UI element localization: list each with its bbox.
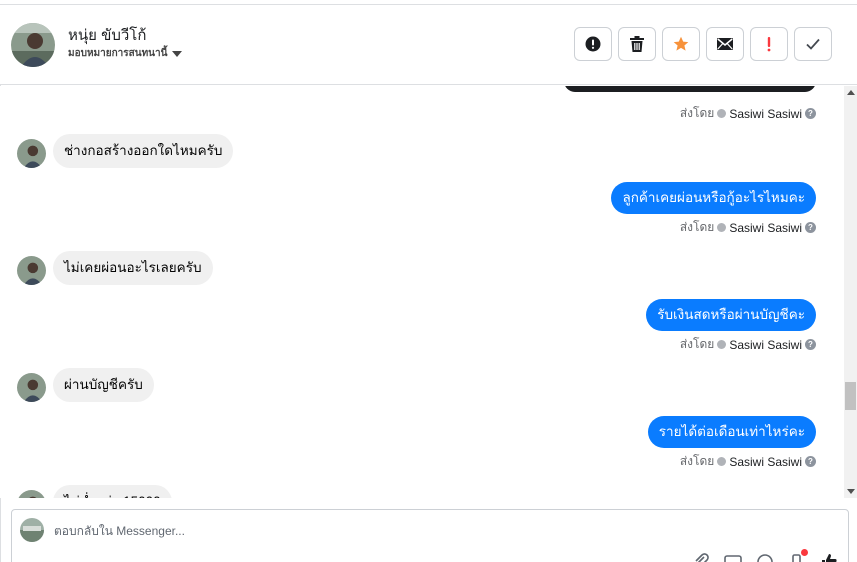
thread-scrollbar[interactable] — [844, 86, 857, 498]
important-button[interactable] — [750, 27, 788, 61]
mark-unread-button[interactable] — [706, 27, 744, 61]
sender-name[interactable]: Sasiwi Sasiwi — [729, 221, 802, 235]
message-bubble-incoming[interactable]: ช่างกอสร้างออกใดไหมครับ — [53, 134, 234, 168]
help-icon[interactable]: ? — [805, 456, 816, 467]
message-bubble-outgoing[interactable]: รายได้ต่อเดือนเท่าไหร่คะ — [647, 416, 816, 448]
verified-icon — [717, 457, 727, 466]
contact-avatar-small[interactable] — [17, 373, 46, 402]
composer-tools — [692, 549, 838, 562]
contact-avatar-small[interactable] — [17, 256, 46, 285]
saved-reply-icon[interactable] — [788, 549, 808, 562]
trash-icon — [630, 36, 644, 52]
message-bubble-outgoing[interactable]: รับเงินสดหรือผ่านบัญชีคะ — [646, 299, 816, 331]
report-button[interactable] — [574, 27, 612, 61]
like-icon[interactable] — [820, 552, 838, 562]
contact-avatar[interactable] — [11, 23, 55, 67]
assign-label: มอบหมายการสนทนานี้ — [68, 48, 168, 59]
scrollbar-thumb[interactable] — [845, 382, 856, 410]
checkmark-icon — [806, 38, 820, 50]
page-avatar — [20, 518, 44, 542]
envelope-icon — [717, 38, 733, 50]
sent-by-line: ส่งโดย Sasiwi Sasiwi ? — [680, 104, 816, 123]
contact-avatar-small[interactable] — [17, 139, 46, 168]
sent-by-line: ส่งโดย Sasiwi Sasiwi ? — [680, 218, 816, 237]
help-icon[interactable]: ? — [805, 222, 816, 233]
caret-down-icon — [172, 50, 183, 57]
gif-icon[interactable] — [724, 552, 742, 562]
sender-name[interactable]: Sasiwi Sasiwi — [729, 338, 802, 352]
star-button[interactable] — [662, 27, 700, 61]
contact-name[interactable]: หนุ่ย ขับวีโก้ — [68, 23, 146, 47]
attachment-icon[interactable] — [692, 552, 710, 562]
scroll-down-arrow-icon[interactable] — [847, 489, 855, 494]
message-bubble-incoming[interactable]: ผ่านบัญชีครับ — [53, 368, 154, 402]
sent-by-label: ส่งโดย — [679, 337, 715, 351]
sent-by-line: ส่งโดย Sasiwi Sasiwi ? — [680, 452, 816, 471]
emoji-icon[interactable] — [756, 552, 774, 562]
sent-by-label: ส่งโดย — [679, 220, 715, 234]
help-icon[interactable]: ? — [805, 108, 816, 119]
exclamation-icon — [767, 37, 771, 52]
message-bubble-incoming[interactable]: ไม่เคยผ่อนอะไรเลยครับ — [53, 251, 213, 285]
reply-composer — [11, 509, 849, 562]
delete-button[interactable] — [618, 27, 656, 61]
message-bubble-outgoing[interactable] — [564, 86, 816, 92]
conversation-header: หนุ่ย ขับวีโก้ มอบหมายการสนทนานี้ — [0, 5, 857, 85]
sender-name[interactable]: Sasiwi Sasiwi — [729, 107, 802, 121]
sent-by-label: ส่งโดย — [679, 454, 715, 468]
message-bubble-outgoing[interactable]: ลูกค้าเคยผ่อนหรือกู้อะไรไหมคะ — [611, 182, 816, 214]
reply-input[interactable] — [54, 518, 654, 544]
message-bubble-incoming[interactable]: ไม่ต่ำกว่า 15000 — [53, 485, 172, 498]
sent-by-line: ส่งโดย Sasiwi Sasiwi ? — [680, 335, 816, 354]
sent-by-label: ส่งโดย — [679, 106, 715, 120]
assign-conversation-dropdown[interactable]: มอบหมายการสนทนานี้ — [68, 46, 183, 61]
message-thread[interactable]: ส่งโดย Sasiwi Sasiwi ? ช่างกอสร้างออกใดไ… — [0, 86, 843, 498]
conversation-actions — [574, 27, 832, 61]
verified-icon — [717, 223, 727, 232]
notification-dot — [801, 549, 808, 556]
done-button[interactable] — [794, 27, 832, 61]
scroll-up-arrow-icon[interactable] — [847, 90, 855, 95]
help-icon[interactable]: ? — [805, 339, 816, 350]
sender-name[interactable]: Sasiwi Sasiwi — [729, 455, 802, 469]
verified-icon — [717, 109, 727, 118]
star-icon — [673, 36, 689, 51]
alert-circle-icon — [585, 36, 601, 52]
contact-avatar-small[interactable] — [17, 490, 46, 498]
verified-icon — [717, 340, 727, 349]
